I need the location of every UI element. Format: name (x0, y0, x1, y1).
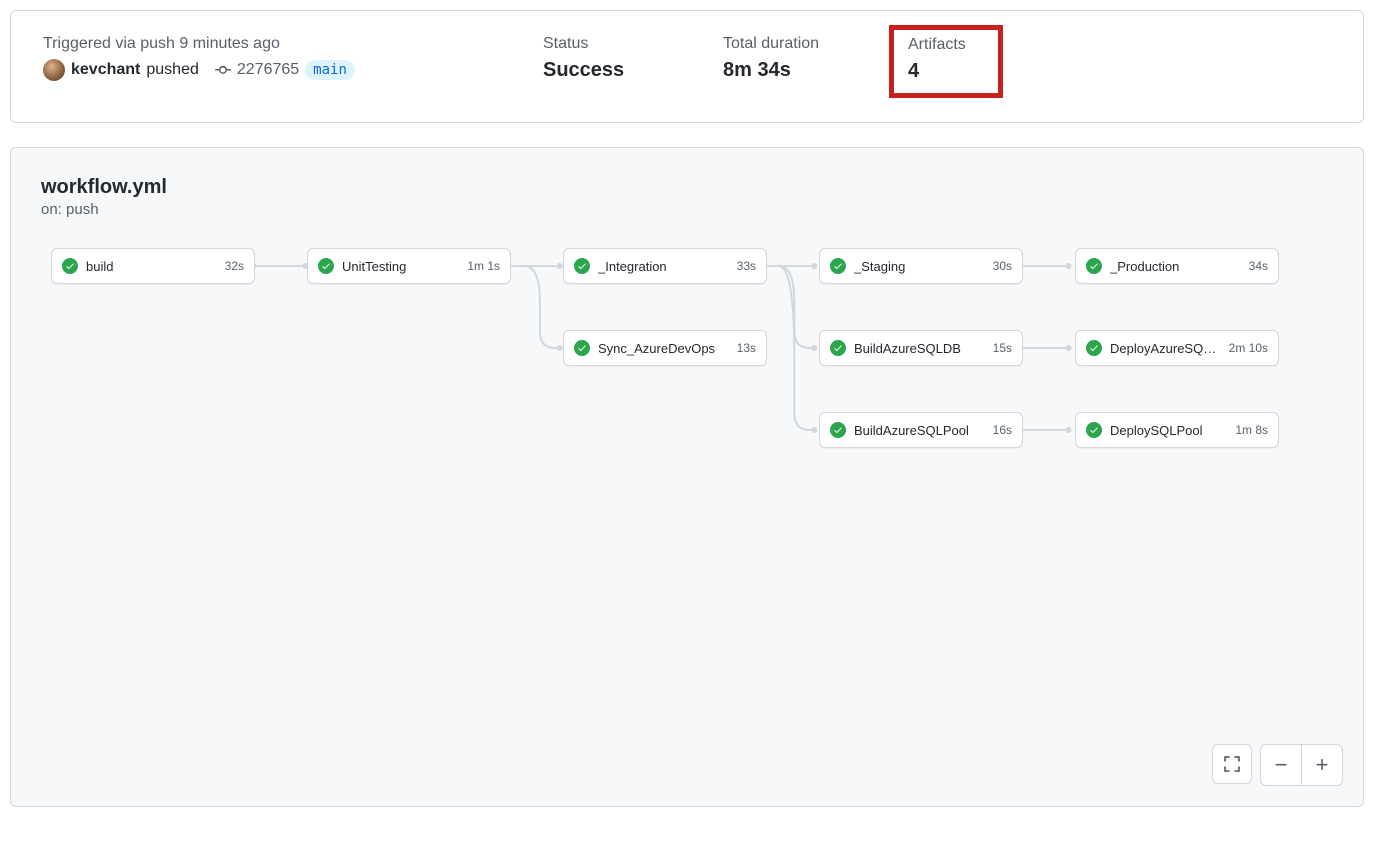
graph-connectors-svg (41, 248, 1333, 768)
zoom-controls: − + (1212, 744, 1343, 786)
job-name: BuildAzureSQLPool (854, 423, 987, 438)
job-duration: 32s (225, 259, 244, 273)
artifacts-highlight-box: Artifacts 4 (889, 25, 1003, 98)
avatar[interactable] (43, 59, 65, 81)
run-summary-card: Triggered via push 9 minutes ago kevchan… (10, 10, 1364, 123)
triggered-label: Triggered via push 9 minutes ago (43, 35, 463, 53)
job-node-unit-testing[interactable]: UnitTesting 1m 1s (307, 248, 511, 284)
job-node-build-azure-sqldb[interactable]: BuildAzureSQLDB 15s (819, 330, 1023, 366)
job-duration: 15s (993, 341, 1012, 355)
success-check-icon (830, 340, 846, 356)
job-name: _Integration (598, 259, 731, 274)
job-name: Sync_AzureDevOps (598, 341, 731, 356)
success-check-icon (830, 422, 846, 438)
job-duration: 13s (737, 341, 756, 355)
job-duration: 33s (737, 259, 756, 273)
branch-pill[interactable]: main (305, 60, 355, 80)
job-node-deploy-sqlpool[interactable]: DeploySQLPool 1m 8s (1075, 412, 1279, 448)
success-check-icon (1086, 422, 1102, 438)
job-name: UnitTesting (342, 259, 461, 274)
job-node-integration[interactable]: _Integration 33s (563, 248, 767, 284)
job-node-production[interactable]: _Production 34s (1075, 248, 1279, 284)
job-node-staging[interactable]: _Staging 30s (819, 248, 1023, 284)
success-check-icon (1086, 340, 1102, 356)
pushed-text: pushed (146, 61, 199, 79)
success-check-icon (574, 340, 590, 356)
job-name: DeploySQLPool (1110, 423, 1229, 438)
duration-value: 8m 34s (723, 59, 823, 82)
zoom-in-button[interactable]: + (1302, 745, 1342, 785)
job-duration: 1m 1s (467, 259, 500, 273)
status-col: Status Success (543, 35, 643, 82)
success-check-icon (318, 258, 334, 274)
job-name: _Staging (854, 259, 987, 274)
workflow-graph[interactable]: build 32s UnitTesting 1m 1s _Integration… (41, 248, 1333, 768)
job-duration: 2m 10s (1229, 341, 1268, 355)
trigger-line: kevchant pushed 2276765 main (43, 59, 463, 81)
duration-col: Total duration 8m 34s (723, 35, 823, 82)
status-label: Status (543, 35, 643, 53)
job-node-build-azure-sqlpool[interactable]: BuildAzureSQLPool 16s (819, 412, 1023, 448)
triggered-col: Triggered via push 9 minutes ago kevchan… (43, 35, 463, 81)
workflow-file-name[interactable]: workflow.yml (41, 176, 1333, 199)
artifacts-value[interactable]: 4 (908, 60, 984, 83)
zoom-pair: − + (1260, 744, 1343, 786)
commit-sha-link[interactable]: 2276765 (237, 61, 299, 79)
duration-label: Total duration (723, 35, 823, 53)
fullscreen-button[interactable] (1212, 744, 1252, 784)
job-duration: 34s (1249, 259, 1268, 273)
job-node-deploy-azure-sqldb[interactable]: DeployAzureSQLDB 2m 10s (1075, 330, 1279, 366)
success-check-icon (1086, 258, 1102, 274)
job-name: BuildAzureSQLDB (854, 341, 987, 356)
zoom-out-button[interactable]: − (1261, 745, 1301, 785)
job-duration: 16s (993, 423, 1012, 437)
status-value: Success (543, 59, 643, 82)
job-name: _Production (1110, 259, 1243, 274)
job-name: build (86, 259, 219, 274)
job-duration: 1m 8s (1235, 423, 1268, 437)
success-check-icon (574, 258, 590, 274)
job-node-build[interactable]: build 32s (51, 248, 255, 284)
success-check-icon (62, 258, 78, 274)
job-node-sync-azure-devops[interactable]: Sync_AzureDevOps 13s (563, 330, 767, 366)
fullscreen-icon (1223, 755, 1241, 773)
workflow-panel: workflow.yml on: push (10, 147, 1364, 807)
job-name: DeployAzureSQLDB (1110, 341, 1223, 356)
workflow-trigger-subtitle: on: push (41, 201, 1333, 218)
job-duration: 30s (993, 259, 1012, 273)
artifacts-label: Artifacts (908, 36, 984, 54)
username-link[interactable]: kevchant (71, 61, 140, 79)
commit-icon (215, 62, 231, 78)
success-check-icon (830, 258, 846, 274)
artifacts-col: Artifacts 4 (903, 35, 1003, 98)
